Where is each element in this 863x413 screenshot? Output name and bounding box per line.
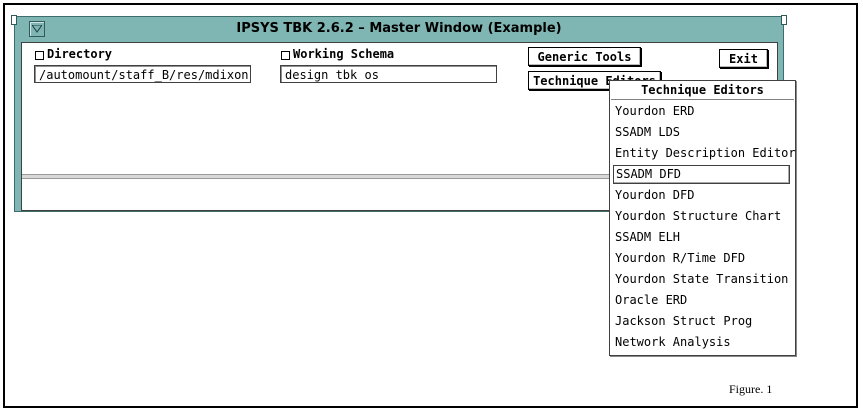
window-title: IPSYS TBK 2.6.2 – Master Window (Example… bbox=[236, 21, 562, 36]
figure-caption: Figure. 1 bbox=[729, 382, 773, 396]
menu-item[interactable]: Network Analysis bbox=[613, 333, 790, 352]
menu-item[interactable]: Oracle ERD bbox=[613, 291, 790, 310]
menu-item[interactable]: SSADM ELH bbox=[613, 228, 790, 247]
menu-item[interactable]: Jackson Struct Prog bbox=[613, 312, 790, 331]
exit-button[interactable]: Exit bbox=[719, 49, 768, 68]
title-bar[interactable]: IPSYS TBK 2.6.2 – Master Window (Example… bbox=[15, 17, 783, 41]
menu-title: Technique Editors bbox=[641, 83, 764, 97]
generic-tools-button[interactable]: Generic Tools bbox=[528, 47, 641, 66]
menu-item[interactable]: Yourdon ERD bbox=[613, 102, 790, 121]
resize-handle-left[interactable] bbox=[11, 15, 17, 25]
menu-item[interactable]: Yourdon State Transition bbox=[613, 270, 790, 289]
technique-editors-menu: Technique Editors Yourdon ERD SSADM LDS En… bbox=[609, 80, 796, 356]
menu-item[interactable]: Yourdon DFD bbox=[613, 186, 790, 205]
working-schema-checkbox[interactable] bbox=[281, 51, 290, 60]
directory-label: Directory bbox=[47, 47, 113, 61]
menu-item[interactable]: Yourdon R/Time DFD bbox=[613, 249, 790, 268]
resize-handle-right[interactable] bbox=[781, 15, 787, 25]
menu-item[interactable]: Yourdon Structure Chart bbox=[613, 207, 790, 226]
menu-item[interactable]: SSADM DFD bbox=[613, 165, 790, 184]
directory-field[interactable]: /automount/staff_B/res/mdixon bbox=[34, 65, 251, 83]
menu-separator bbox=[611, 99, 794, 100]
working-schema-label: Working Schema bbox=[293, 47, 395, 61]
directory-checkbox[interactable] bbox=[35, 51, 44, 60]
menu-item[interactable]: SSADM LDS bbox=[613, 123, 790, 142]
menu-item[interactable]: Entity Description Editor bbox=[613, 144, 796, 163]
working-schema-field[interactable]: design tbk os bbox=[280, 65, 497, 83]
